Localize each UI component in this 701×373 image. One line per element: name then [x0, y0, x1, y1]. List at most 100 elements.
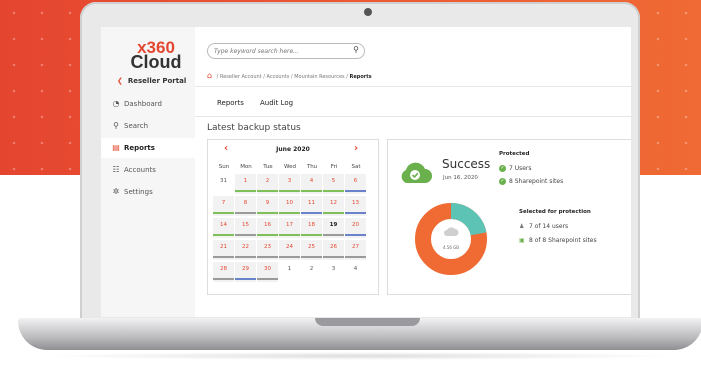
calendar-day-number: 26: [330, 244, 337, 250]
backup-status-bar: [323, 234, 344, 236]
calendar-day[interactable]: 1: [235, 174, 256, 194]
sidebar-item-label: Accounts: [124, 166, 156, 174]
weekday-label: Mon: [240, 164, 252, 170]
calendar-day-number: 30: [264, 266, 271, 272]
status-headline: Success: [442, 157, 491, 171]
calendar-day[interactable]: 22: [235, 240, 256, 260]
chevron-right-icon[interactable]: ›: [354, 143, 358, 154]
backup-status-bar: [213, 212, 234, 214]
reseller-portal-link[interactable]: ❮ Reseller Portal: [117, 77, 186, 85]
calendar-day[interactable]: 2: [257, 174, 278, 194]
calendar-day[interactable]: 4: [301, 174, 322, 194]
calendar-day-number: 21: [220, 244, 227, 250]
weekday-label: Sun: [218, 164, 230, 170]
breadcrumb-item[interactable]: Reseller Account: [220, 74, 262, 80]
calendar-day[interactable]: 15: [235, 218, 256, 238]
calendar-day-number: 3: [331, 266, 336, 272]
calendar-day[interactable]: 12: [323, 196, 344, 216]
weekday-label: Tue: [263, 164, 273, 170]
home-icon[interactable]: ⌂: [207, 71, 212, 80]
sidebar-item-search[interactable]: ⚲ Search: [101, 116, 195, 136]
camera-icon: [364, 8, 372, 16]
calendar-day[interactable]: 3: [279, 174, 300, 194]
calendar-day[interactable]: 5: [323, 174, 344, 194]
calendar-day-number: 31: [220, 178, 227, 184]
calendar-day[interactable]: 13: [345, 196, 366, 216]
backup-status-bar: [235, 212, 256, 214]
tab-audit-log[interactable]: Audit Log: [260, 99, 293, 107]
protected-label: Protected: [499, 151, 530, 157]
sidebar-item-dashboard[interactable]: ◔ Dashboard: [101, 94, 195, 114]
calendar-day-number: 18: [308, 222, 315, 228]
calendar-day[interactable]: 20: [345, 218, 366, 238]
calendar-day[interactable]: 16: [257, 218, 278, 238]
calendar-day[interactable]: 19: [323, 218, 344, 238]
sidebar-item-accounts[interactable]: ☷ Accounts: [101, 160, 195, 180]
calendar-day-number: 12: [330, 200, 337, 206]
calendar-day[interactable]: 14: [213, 218, 234, 238]
tab-reports[interactable]: Reports: [217, 99, 244, 107]
sidebar-item-reports[interactable]: ▤ Reports: [101, 138, 195, 158]
users-icon: ☷: [112, 165, 120, 174]
breadcrumb-item[interactable]: Mountain Resources: [294, 74, 344, 80]
calendar-month: June 2020: [276, 146, 310, 153]
logo-cloud: Cloud: [130, 52, 182, 72]
backup-status-bar: [301, 256, 322, 258]
breadcrumb-separator: /: [216, 74, 219, 80]
breadcrumb-separator: /: [263, 74, 265, 80]
calendar-day[interactable]: 25: [301, 240, 322, 260]
calendar-day-number: 7: [221, 200, 226, 206]
calendar-day-number: 8: [243, 200, 248, 206]
calendar-day[interactable]: 6: [345, 174, 366, 194]
calendar-day[interactable]: 23: [257, 240, 278, 260]
backup-status-bar: [213, 256, 234, 258]
calendar-day-number: 16: [264, 222, 271, 228]
breadcrumb-item[interactable]: Accounts: [267, 74, 290, 80]
calendar-day[interactable]: 21: [213, 240, 234, 260]
calendar-day[interactable]: 30: [257, 262, 278, 282]
status-date: Jun 16, 2020: [443, 175, 478, 181]
calendar-day-number: 13: [352, 200, 359, 206]
calendar-day-number: 4: [353, 266, 358, 272]
backup-status-bar: [345, 212, 366, 214]
calendar-day-number: 11: [308, 200, 315, 206]
search-input[interactable]: [214, 46, 344, 56]
calendar-day-outside: 3: [323, 262, 344, 282]
sidebar-item-settings[interactable]: ✲ Settings: [101, 182, 195, 202]
calendar-day[interactable]: 8: [235, 196, 256, 216]
calendar-day[interactable]: 18: [301, 218, 322, 238]
calendar-day[interactable]: 7: [213, 196, 234, 216]
backup-status-bar: [345, 256, 366, 258]
calendar-day[interactable]: 10: [279, 196, 300, 216]
calendar-day[interactable]: 28: [213, 262, 234, 282]
selected-sites-text: 8 of 8 Sharepoint sites: [529, 237, 597, 244]
laptop-notch: [315, 318, 420, 326]
cloud-icon: [444, 227, 459, 236]
weekday-label: Sat: [351, 164, 361, 170]
calendar-day[interactable]: 11: [301, 196, 322, 216]
sidebar-item-label: Search: [124, 122, 149, 130]
backup-status-bar: [257, 256, 278, 258]
calendar-day-number: 6: [353, 178, 358, 184]
calendar-day-number: 1: [287, 266, 292, 272]
protected-sites-text: 8 Sharepoint sites: [509, 178, 564, 185]
calendar-day-number: 23: [264, 244, 271, 250]
calendar-day[interactable]: 9: [257, 196, 278, 216]
protected-users: ✓ 7 Users: [499, 165, 532, 172]
calendar-day[interactable]: 29: [235, 262, 256, 282]
calendar-day-outside: 31: [213, 174, 234, 194]
weekday-label: Wed: [284, 164, 296, 170]
backup-status-bar: [279, 212, 300, 214]
sidebar: x360 Cloud ❮ Reseller Portal ◔ Dashboard ⚲…: [101, 27, 195, 317]
selected-sites: ▣ 8 of 8 Sharepoint sites: [519, 237, 597, 244]
calendar-day[interactable]: 17: [279, 218, 300, 238]
backup-status-bar: [257, 212, 278, 214]
search-icon[interactable]: ⚲: [353, 45, 359, 54]
backup-status-bar: [257, 190, 278, 192]
calendar-day[interactable]: 26: [323, 240, 344, 260]
calendar-card: ‹ June 2020 › Sun Mon Tue Wed Thu Fri Sat 31 1 2 3…: [207, 139, 379, 295]
calendar-day-number: 20: [352, 222, 359, 228]
backup-status-bar: [345, 234, 366, 236]
calendar-day[interactable]: 27: [345, 240, 366, 260]
calendar-day[interactable]: 24: [279, 240, 300, 260]
